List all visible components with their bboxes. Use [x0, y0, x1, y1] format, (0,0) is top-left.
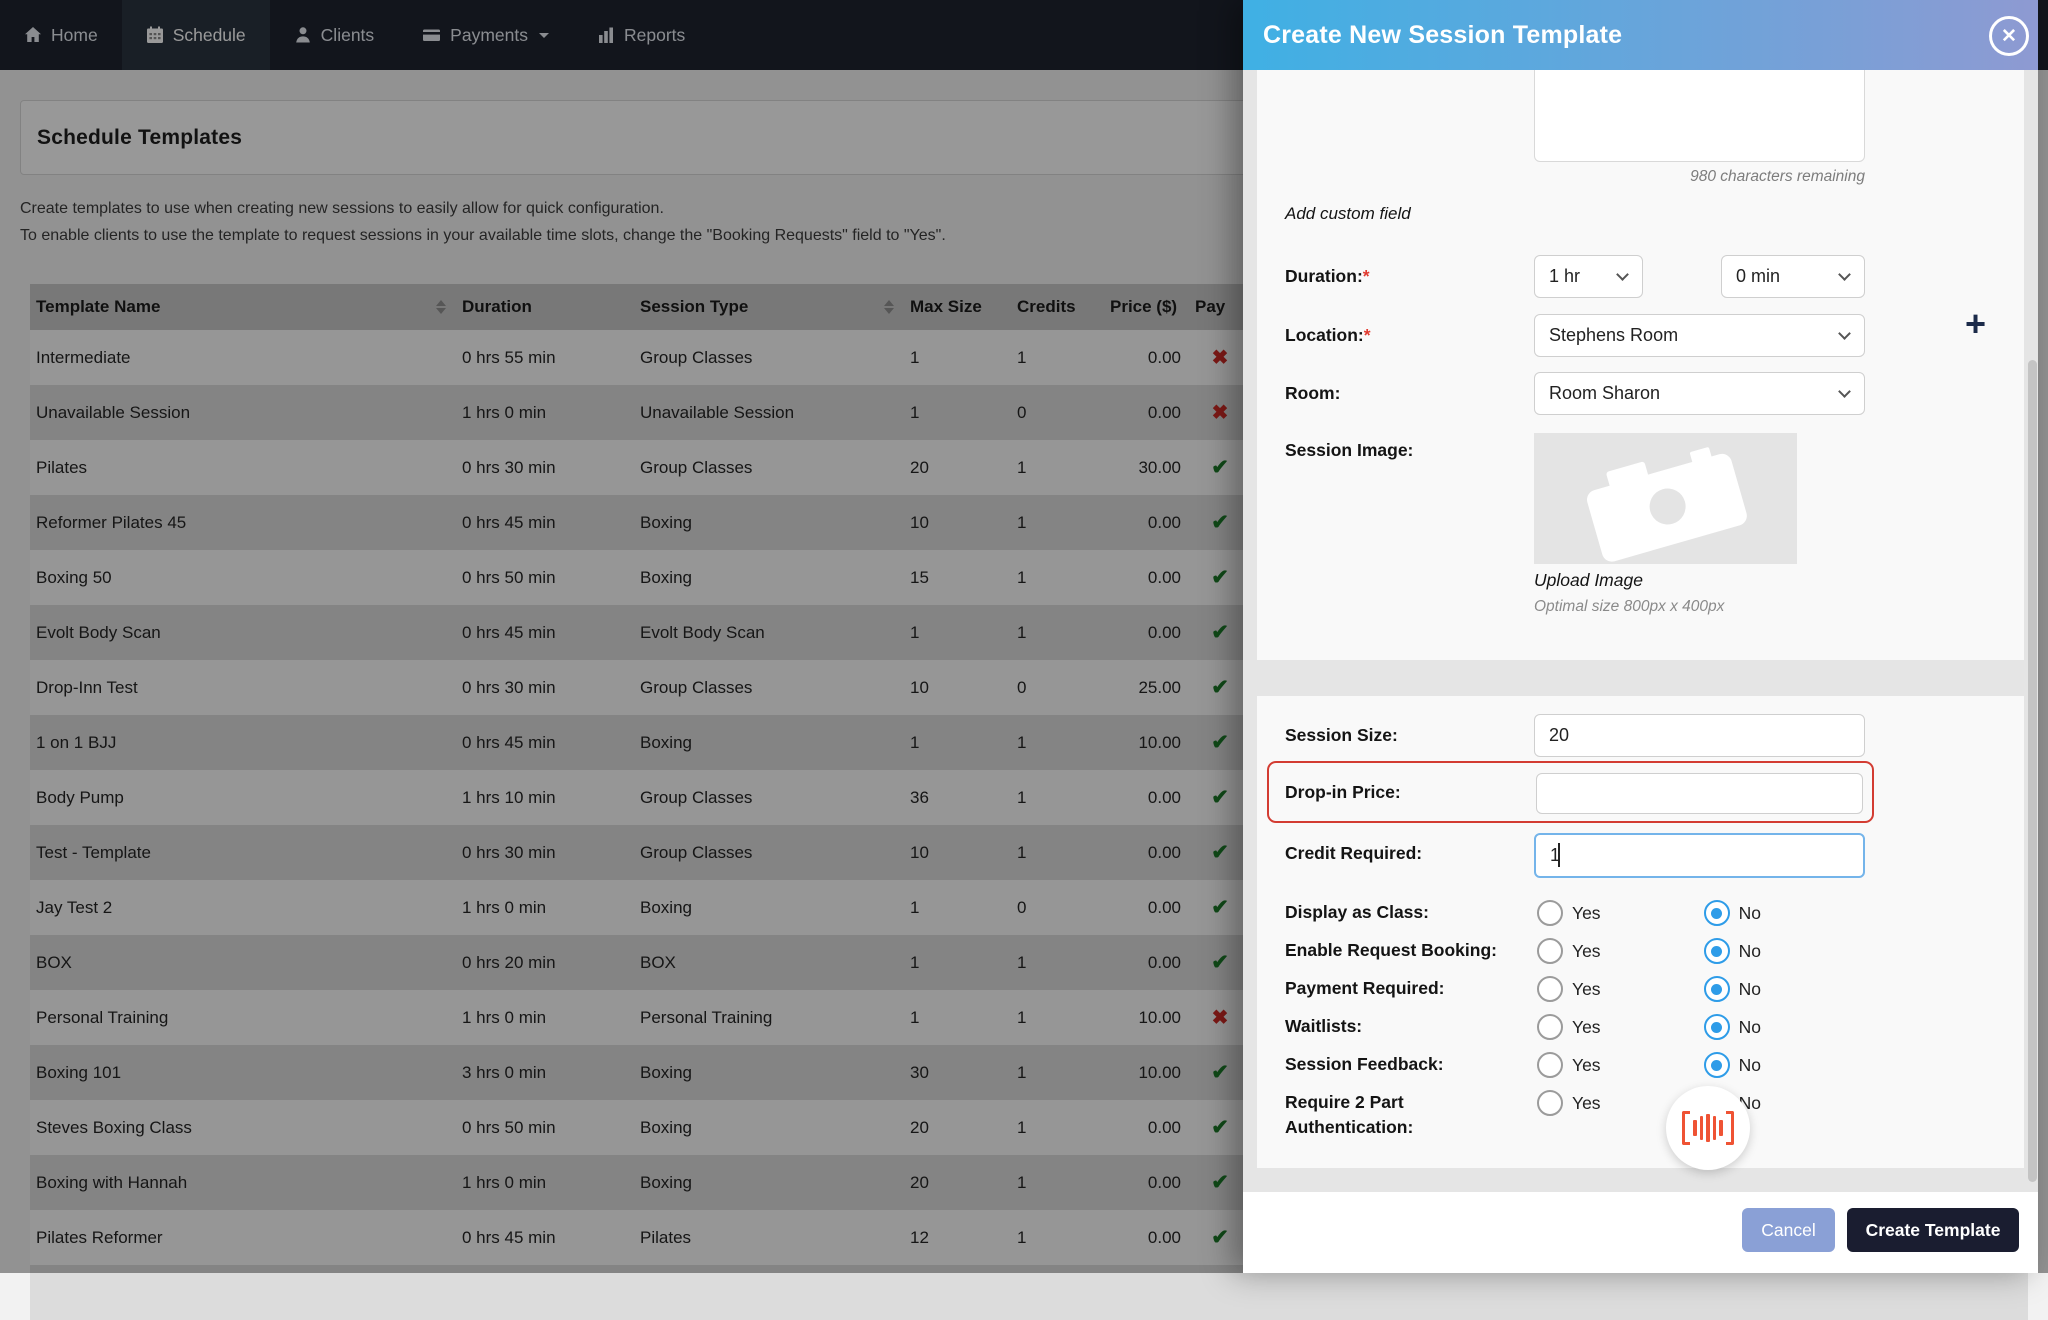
modal-footer: Cancel Create Template	[1243, 1192, 2038, 1273]
radio-no-label: No	[1739, 903, 1761, 924]
radio-no[interactable]	[1704, 938, 1730, 964]
credit-required-label: Credit Required:	[1285, 843, 1422, 864]
radio-yes[interactable]	[1537, 976, 1563, 1002]
radio-field-label: Waitlists:	[1285, 1014, 1535, 1039]
modal-title: Create New Session Template	[1263, 21, 1622, 50]
radio-no[interactable]	[1704, 900, 1730, 926]
radio-no-label: No	[1739, 1017, 1761, 1038]
radio-yes[interactable]	[1537, 1014, 1563, 1040]
chevron-down-icon	[1616, 268, 1629, 281]
radio-yes-label: Yes	[1572, 1093, 1601, 1114]
location-label: Location:*	[1285, 325, 1371, 346]
camera-icon	[1581, 438, 1749, 564]
radio-field-label: Enable Request Booking:	[1285, 938, 1535, 963]
session-size-input[interactable]	[1534, 714, 1865, 757]
create-session-template-modal: Create New Session Template ✕ 980 charac…	[1243, 0, 2038, 1273]
radio-yes[interactable]	[1537, 938, 1563, 964]
radio-field-label: Require 2 Part Authentication:	[1285, 1090, 1535, 1141]
barcode-icon	[1682, 1111, 1690, 1145]
room-select[interactable]: Room Sharon	[1534, 372, 1865, 415]
duration-minutes-select[interactable]: 0 min	[1721, 255, 1865, 298]
upload-image-link[interactable]: Upload Image	[1534, 570, 1643, 591]
room-label: Room:	[1285, 383, 1340, 404]
radio-yes[interactable]	[1537, 1090, 1563, 1116]
close-icon[interactable]: ✕	[1989, 16, 2029, 56]
radio-no[interactable]	[1704, 1052, 1730, 1078]
radio-yes-label: Yes	[1572, 1055, 1601, 1076]
location-select[interactable]: Stephens Room	[1534, 314, 1865, 357]
radio-no-label: No	[1739, 1055, 1761, 1076]
dropin-price-input[interactable]	[1536, 773, 1863, 814]
radio-field-row: Enable Request Booking: Yes No	[1243, 938, 2010, 964]
radio-yes-label: Yes	[1572, 979, 1601, 1000]
radio-yes[interactable]	[1537, 900, 1563, 926]
session-image-label: Session Image:	[1285, 440, 1413, 461]
duration-hours-select[interactable]: 1 hr	[1534, 255, 1643, 298]
radio-yes[interactable]	[1537, 1052, 1563, 1078]
description-textarea[interactable]	[1534, 58, 1865, 162]
radio-field-label: Session Feedback:	[1285, 1052, 1535, 1077]
radio-yes-label: Yes	[1572, 903, 1601, 924]
duration-label: Duration:*	[1285, 266, 1370, 287]
radio-no-label: No	[1739, 941, 1761, 962]
text-cursor	[1558, 843, 1560, 867]
create-template-button[interactable]: Create Template	[1847, 1208, 2019, 1252]
radio-no-label: No	[1739, 979, 1761, 1000]
chevron-down-icon	[1838, 385, 1851, 398]
radio-no[interactable]	[1704, 976, 1730, 1002]
radio-yes-label: Yes	[1572, 941, 1601, 962]
session-size-label: Session Size:	[1285, 725, 1398, 746]
radio-field-row: Session Feedback: Yes No	[1243, 1052, 2010, 1078]
dropin-price-label: Drop-in Price:	[1285, 782, 1401, 803]
modal-header: Create New Session Template	[1243, 0, 2038, 70]
modal-scrollbar[interactable]	[2028, 360, 2037, 1182]
radio-yes-label: Yes	[1572, 1017, 1601, 1038]
optimal-size-hint: Optimal size 800px x 400px	[1534, 598, 1724, 616]
table-row[interactable]	[30, 1265, 2028, 1320]
radio-no[interactable]	[1704, 1014, 1730, 1040]
radio-field-row: Display as Class: Yes No	[1243, 900, 2010, 926]
loading-spinner	[1666, 1086, 1750, 1170]
radio-field-row: Require 2 Part Authentication: Yes No	[1243, 1090, 2010, 1141]
add-location-icon[interactable]: +	[1965, 306, 1986, 342]
radio-field-row: Waitlists: Yes No	[1243, 1014, 2010, 1040]
chevron-down-icon	[1838, 327, 1851, 340]
chevron-down-icon	[1838, 268, 1851, 281]
characters-remaining: 980 characters remaining	[1534, 168, 1865, 186]
cancel-button[interactable]: Cancel	[1742, 1208, 1835, 1252]
radio-field-row: Payment Required: Yes No	[1243, 976, 2010, 1002]
credit-required-input[interactable]	[1534, 833, 1865, 878]
radio-field-label: Display as Class:	[1285, 900, 1535, 925]
radio-field-label: Payment Required:	[1285, 976, 1535, 1001]
add-custom-field-link[interactable]: Add custom field	[1285, 204, 1411, 224]
session-image-placeholder[interactable]	[1534, 433, 1797, 564]
